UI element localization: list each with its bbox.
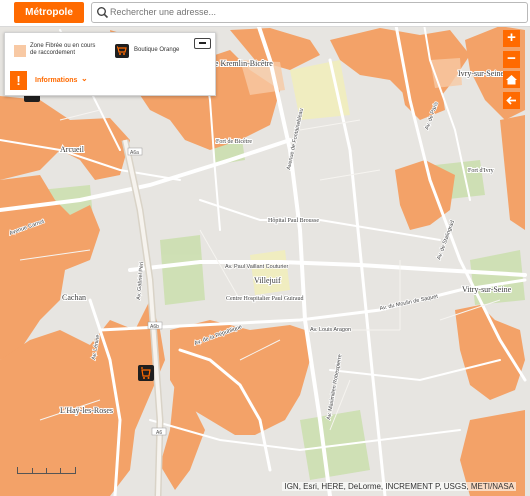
town-label: Ivry-sur-Seine	[458, 69, 504, 78]
poi-label: Hôpital Paul Brousse	[268, 218, 319, 224]
poi-label: Centre Hospitalier Paul Guiraud	[226, 296, 303, 302]
fiber-zone-label: Zone Fibrée ou en cours de raccordement	[30, 43, 96, 56]
town-label: Villejuif	[254, 276, 281, 285]
shop-label: Boutique Orange	[134, 47, 180, 53]
map-attribution: IGN, Esri, HERE, DeLorme, INCREMENT P, U…	[282, 482, 516, 491]
poi-label: Fort d'Ivry	[468, 168, 494, 174]
scale-bar	[17, 467, 76, 474]
search-box[interactable]	[91, 2, 528, 23]
highway-label: A6b	[150, 324, 159, 330]
info-icon: !	[10, 71, 27, 90]
search-input[interactable]	[110, 4, 515, 20]
legend-collapse-button[interactable]	[194, 38, 211, 49]
zoom-out-button[interactable]: −	[503, 51, 520, 68]
metropole-button[interactable]: Métropole	[14, 2, 84, 23]
town-label: Cachan	[62, 293, 86, 302]
search-icon	[97, 7, 109, 19]
zoom-in-button[interactable]: +	[503, 30, 520, 47]
cart-icon	[117, 46, 127, 55]
shop-icon	[115, 44, 129, 58]
top-toolbar: Métropole	[0, 0, 530, 27]
fiber-zone-swatch	[14, 45, 26, 57]
highway-label: A6	[156, 430, 162, 436]
shop-marker[interactable]	[138, 365, 154, 381]
highway-label: A6a	[130, 150, 139, 156]
arrow-left-icon	[506, 96, 516, 105]
home-icon	[506, 75, 517, 85]
poi-label: Fort de Bicêtre	[216, 139, 252, 145]
home-button[interactable]	[503, 71, 520, 88]
town-label: L'Haÿ-les-Roses	[60, 406, 113, 415]
town-label: Le Kremlin-Bicêtre	[210, 59, 273, 68]
town-label: Arcueil	[60, 145, 85, 154]
back-button[interactable]	[503, 92, 520, 109]
town-label: Vitry-sur-Seine	[462, 285, 512, 294]
legend-panel: Zone Fibrée ou en cours de raccordement …	[4, 32, 216, 96]
road-label: Av. Louis Aragon	[310, 327, 351, 333]
road-label: Av. Paul Vaillant Couturier	[225, 264, 288, 270]
chevron-down-icon[interactable]: ⌄	[81, 74, 88, 83]
informations-toggle[interactable]: Informations	[35, 77, 77, 84]
